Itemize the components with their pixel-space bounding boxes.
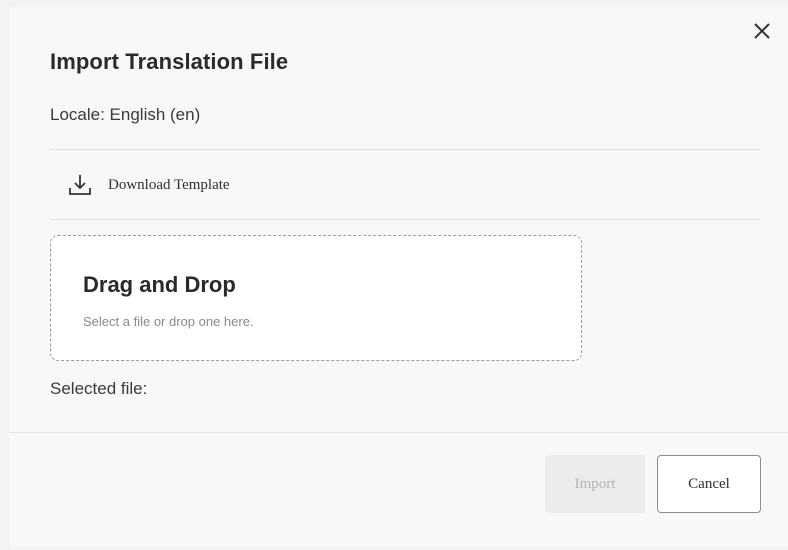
download-template-link[interactable]: Download Template xyxy=(66,171,230,199)
cancel-button[interactable]: Cancel xyxy=(657,455,761,513)
dropzone-title: Drag and Drop xyxy=(83,272,236,297)
selected-file-label: Selected file: xyxy=(50,379,148,398)
locale-label: Locale: English (en) xyxy=(50,105,201,124)
download-template-label: Download Template xyxy=(108,176,230,193)
divider xyxy=(50,149,760,150)
download-icon xyxy=(66,171,94,199)
import-button[interactable]: Import xyxy=(545,455,645,513)
dialog-title: Import Translation File xyxy=(50,49,289,74)
dropzone-subtitle: Select a file or drop one here. xyxy=(83,314,254,329)
file-dropzone[interactable]: Drag and Drop Select a file or drop one … xyxy=(50,235,582,361)
import-translation-dialog: Import Translation File Locale: English … xyxy=(10,7,788,547)
footer-divider xyxy=(10,432,788,433)
close-icon xyxy=(753,22,771,45)
close-button[interactable] xyxy=(750,21,774,45)
divider xyxy=(50,219,760,220)
